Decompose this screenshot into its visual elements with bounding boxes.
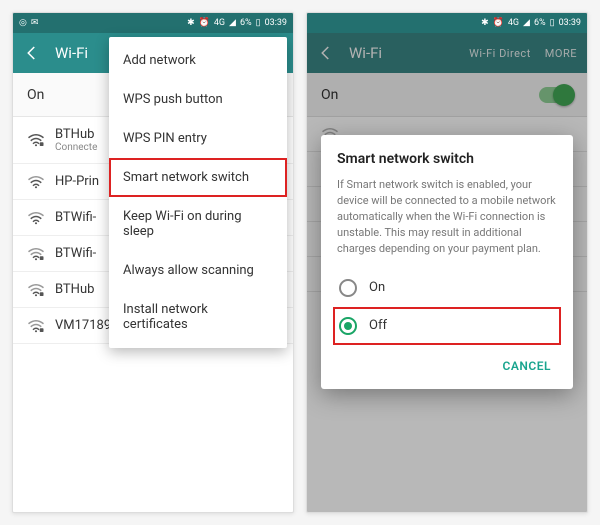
menu-always-scan[interactable]: Always allow scanning: [109, 251, 287, 290]
wifi-ssid: HP-Prin: [55, 174, 99, 189]
clock-label: 03:39: [559, 18, 581, 28]
statusbar: ◎ ✉ ✱ ⏰ 4G ◢ 6% ▯ 03:39: [13, 13, 293, 33]
dialog-actions: CANCEL: [337, 345, 557, 381]
menu-install-certs[interactable]: Install network certificates: [109, 290, 287, 344]
battery-icon: ▯: [550, 18, 555, 28]
radio-off-label: Off: [369, 318, 387, 333]
signal-icon: ◢: [229, 18, 236, 28]
mail-icon: ✉: [31, 18, 39, 28]
battery-label: 6%: [240, 18, 252, 28]
radio-icon: [339, 317, 357, 335]
clock-label: 03:39: [265, 18, 287, 28]
signal-label: 4G: [508, 18, 519, 28]
radio-on-label: On: [369, 280, 385, 295]
wifi-icon: [27, 283, 45, 297]
wifi-toggle-label: On: [27, 87, 44, 103]
bluetooth-icon: ✱: [187, 18, 195, 28]
menu-smart-network-switch[interactable]: Smart network switch: [109, 158, 287, 197]
battery-icon: ▯: [256, 18, 261, 28]
notification-icon: ◎: [19, 18, 27, 28]
radio-on[interactable]: On: [337, 269, 557, 307]
battery-label: 6%: [534, 18, 546, 28]
signal-icon: ◢: [523, 18, 530, 28]
radio-off[interactable]: Off: [333, 307, 561, 345]
wifi-icon: [27, 319, 45, 333]
bluetooth-icon: ✱: [481, 18, 489, 28]
overflow-menu: Add network WPS push button WPS PIN entr…: [109, 37, 287, 348]
menu-wps-push[interactable]: WPS push button: [109, 80, 287, 119]
dialog-body: If Smart network switch is enabled, your…: [337, 177, 557, 257]
phone-left-screenshot: ◎ ✉ ✱ ⏰ 4G ◢ 6% ▯ 03:39 Wi-Fi On BTHub C…: [12, 12, 294, 513]
cancel-button[interactable]: CANCEL: [497, 351, 557, 381]
dialog-title: Smart network switch: [337, 151, 557, 167]
wifi-status: Connecte: [55, 142, 97, 153]
wifi-ssid: BTHub: [55, 127, 97, 142]
wifi-icon: [27, 211, 45, 225]
signal-label: 4G: [214, 18, 225, 28]
wifi-icon: [27, 175, 45, 189]
radio-icon: [339, 279, 357, 297]
menu-keep-wifi-sleep[interactable]: Keep Wi-Fi on during sleep: [109, 197, 287, 251]
alarm-icon: ⏰: [493, 18, 504, 28]
wifi-ssid: BTWifi-: [55, 210, 96, 225]
back-icon[interactable]: [23, 44, 41, 62]
wifi-icon: [27, 133, 45, 147]
wifi-ssid: BTWifi-: [55, 246, 96, 261]
statusbar: ✱ ⏰ 4G ◢ 6% ▯ 03:39: [307, 13, 587, 33]
smart-network-switch-dialog: Smart network switch If Smart network sw…: [321, 135, 573, 389]
wifi-ssid: BTHub: [55, 282, 94, 297]
wifi-icon: [27, 247, 45, 261]
alarm-icon: ⏰: [199, 18, 210, 28]
menu-add-network[interactable]: Add network: [109, 41, 287, 80]
menu-wps-pin[interactable]: WPS PIN entry: [109, 119, 287, 158]
phone-right-screenshot: ✱ ⏰ 4G ◢ 6% ▯ 03:39 Wi-Fi Wi-Fi Direct M…: [306, 12, 588, 513]
